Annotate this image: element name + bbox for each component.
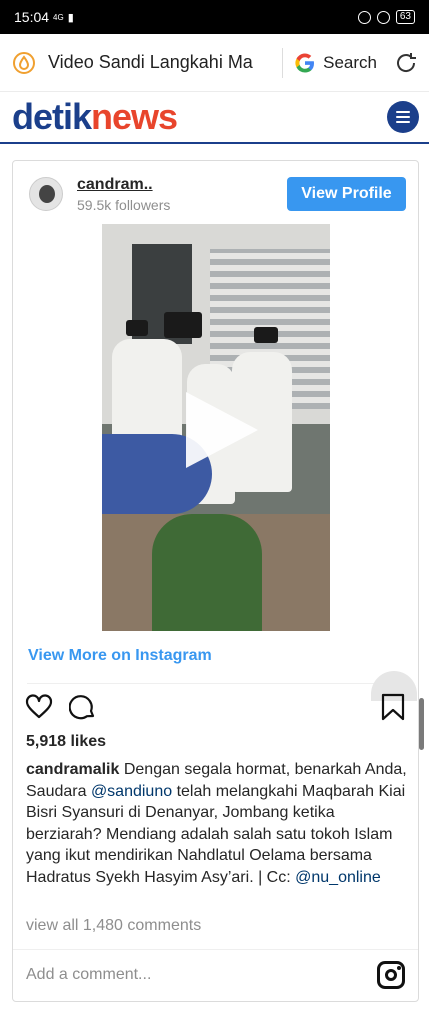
battery-indicator: 63: [395, 10, 415, 24]
video-scene-plants: [152, 514, 262, 631]
heart-icon[interactable]: [25, 693, 53, 721]
fire-drop-icon[interactable]: [12, 51, 36, 75]
like-count[interactable]: 5,918 likes: [26, 733, 106, 751]
detiknews-logo[interactable]: detiknews: [12, 99, 178, 135]
network-label: 4G: [53, 12, 64, 22]
menu-button[interactable]: [387, 101, 419, 133]
signal-icon: ▮: [67, 11, 74, 24]
post-actions: [25, 693, 408, 723]
video-hat: [126, 320, 148, 336]
instagram-icon[interactable]: [377, 961, 405, 989]
follower-count: 59.5k followers: [77, 196, 171, 213]
bookmark-icon[interactable]: [380, 693, 406, 721]
search-label: Search: [323, 52, 377, 72]
comment-icon[interactable]: [69, 693, 97, 721]
site-header: detiknews: [0, 92, 429, 144]
location-icon: [357, 10, 371, 24]
caption-username[interactable]: candramalik: [26, 761, 119, 778]
view-all-comments-link[interactable]: view all 1,480 comments: [26, 917, 201, 935]
google-icon: [295, 52, 315, 73]
video-hat: [254, 327, 278, 343]
divider: [27, 683, 406, 684]
video-thumbnail[interactable]: [102, 224, 330, 631]
instagram-embed: candram.. 59.5k followers View Profile V…: [12, 160, 419, 1002]
add-comment-input[interactable]: Add a comment...: [26, 966, 151, 984]
play-icon[interactable]: [186, 392, 258, 468]
view-profile-button[interactable]: View Profile: [287, 177, 406, 211]
status-time: 15:04: [14, 9, 50, 25]
browser-address-bar: Video Sandi Langkahi Ma Search: [0, 34, 429, 92]
reload-icon[interactable]: [393, 50, 419, 76]
avatar[interactable]: [29, 177, 63, 211]
alarm-icon: [376, 10, 390, 24]
divider: [13, 949, 418, 950]
instagram-username[interactable]: candram..: [77, 176, 287, 194]
mention-link[interactable]: @nu_online: [295, 869, 381, 886]
address-divider: [282, 47, 284, 78]
post-caption: candramalik Dengan segala hormat, benark…: [26, 759, 411, 889]
status-bar: 15:04 4G ▮ 63: [0, 0, 429, 34]
video-hat: [164, 312, 202, 338]
mention-link[interactable]: @sandiuno: [91, 783, 172, 800]
view-more-link[interactable]: View More on Instagram: [28, 647, 212, 665]
scrollbar[interactable]: [419, 698, 424, 750]
instagram-header: candram.. 59.5k followers View Profile: [13, 161, 418, 227]
page-title[interactable]: Video Sandi Langkahi Ma: [48, 52, 272, 73]
google-search-button[interactable]: Search: [293, 51, 377, 75]
